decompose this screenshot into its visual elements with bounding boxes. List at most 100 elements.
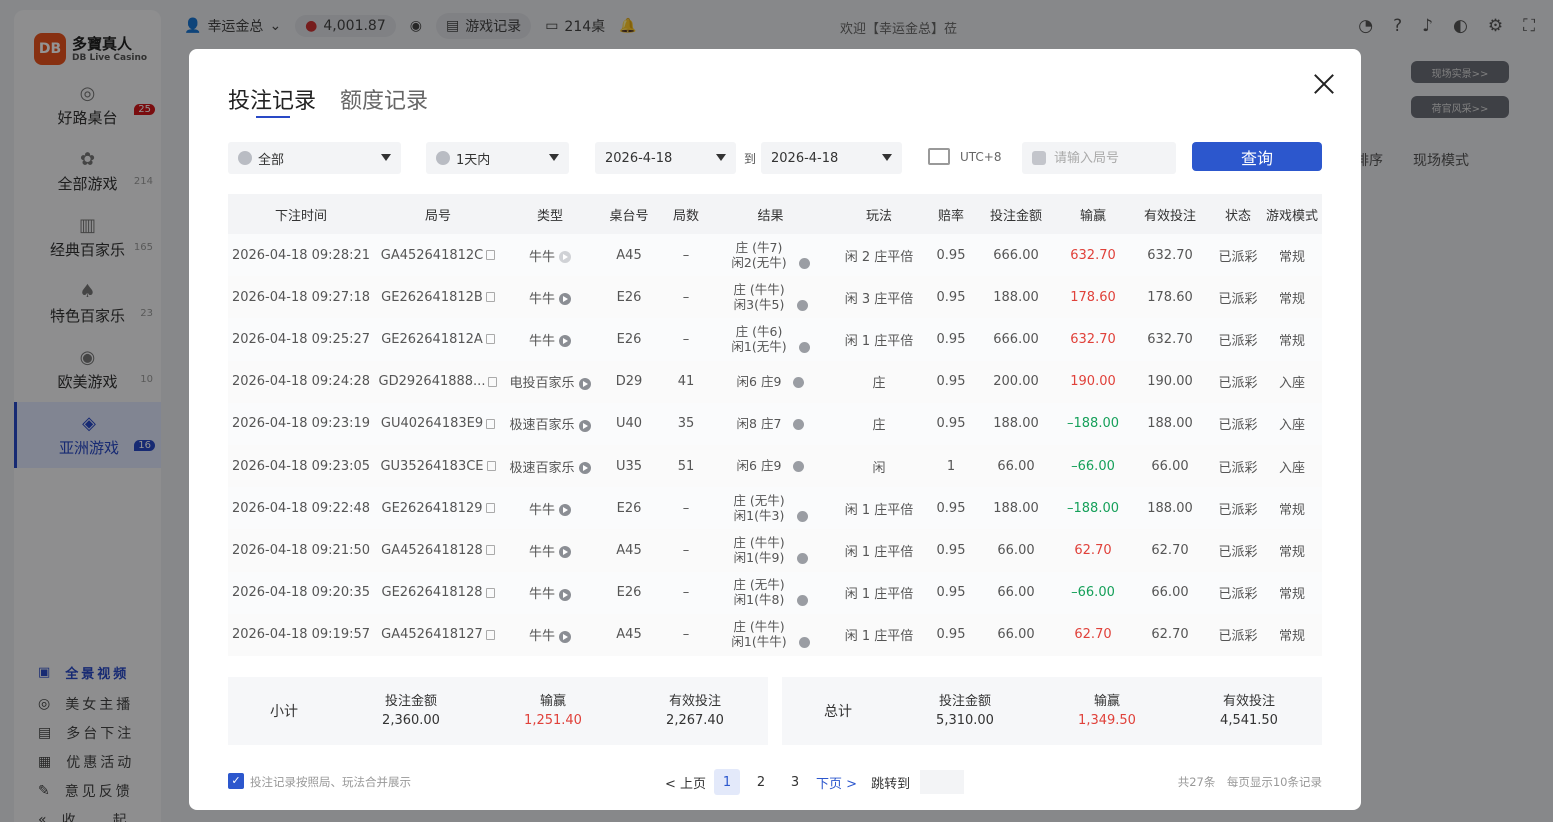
win-loss: 632.70: [1070, 331, 1116, 347]
subtotal-valid-label: 有效投注: [668, 694, 721, 709]
play-type: 闲 2 庄平倍: [844, 249, 914, 265]
table-id: A45: [616, 627, 642, 643]
next-page-button[interactable]: 下页 >: [816, 769, 857, 795]
info-icon[interactable]: [793, 461, 805, 473]
copy-icon[interactable]: [485, 292, 495, 303]
prev-page-button[interactable]: < 上页: [665, 769, 706, 795]
copy-icon[interactable]: [485, 587, 495, 598]
column-header: 类型: [536, 208, 563, 224]
play-video-icon[interactable]: [578, 377, 591, 390]
info-icon[interactable]: [793, 376, 805, 388]
result-line-1: 闲8 庄7: [736, 415, 782, 431]
info-icon[interactable]: [796, 299, 808, 311]
query-button[interactable]: 查询: [1192, 142, 1322, 171]
subtotal-win: 输赢 1,251.40: [482, 692, 624, 730]
copy-icon[interactable]: [485, 503, 495, 514]
odds: 0.95: [936, 289, 966, 305]
copy-icon[interactable]: [486, 461, 496, 472]
bet-amount: 66.00: [997, 627, 1035, 643]
play-video-icon[interactable]: [559, 293, 571, 306]
play-video-icon[interactable]: [578, 419, 591, 432]
page-2-button[interactable]: 2: [748, 769, 774, 795]
info-icon[interactable]: [798, 341, 810, 353]
copy-icon[interactable]: [486, 250, 496, 261]
play-video-icon[interactable]: [559, 504, 571, 517]
status: 已派彩: [1218, 333, 1258, 349]
timezone-indicator[interactable]: UTC+8: [928, 148, 1001, 165]
bet-amount: 188.00: [993, 289, 1039, 305]
result-line-2: 闲1(牛9): [733, 549, 785, 565]
table-row: 2026-04-18 09:22:48 GE2626418129 牛牛 E26 – 庄 (…: [228, 487, 1322, 529]
table-id: E26: [616, 500, 642, 516]
subtotal-win-value: 1,251.40: [524, 713, 582, 728]
info-icon[interactable]: [798, 637, 810, 649]
info-icon[interactable]: [796, 595, 808, 607]
page-1-button[interactable]: 1: [714, 769, 741, 795]
close-icon[interactable]: [1313, 73, 1335, 95]
modal-footer: ✓ 投注记录按照局、玩法合并展示 < 上页 1 2 3 下页 > 跳转到 共27…: [228, 769, 1322, 795]
table-id: A45: [616, 542, 642, 558]
bet-time: 2026-04-18 09:19:57: [231, 627, 371, 643]
copy-icon[interactable]: [485, 629, 495, 640]
info-icon[interactable]: [793, 418, 805, 430]
bet-time: 2026-04-18 09:21:50: [231, 542, 371, 558]
valid-bet: 66.00: [1151, 458, 1189, 474]
round-search-input[interactable]: [1054, 150, 1164, 166]
copy-icon[interactable]: [488, 376, 498, 387]
result-line-1: 庄 (牛牛): [733, 619, 785, 635]
page-3-button[interactable]: 3: [782, 769, 808, 795]
table-row: 2026-04-18 09:21:50 GA4526418128 牛牛 A45 – 庄 (…: [228, 529, 1322, 572]
round-number: 51: [677, 458, 695, 474]
status: 已派彩: [1218, 502, 1258, 518]
game-type: 极速百家乐: [509, 418, 575, 434]
total-panel: 总计 投注金额 5,310.00 输赢 1,349.50 有效投注 4,541.50: [782, 677, 1322, 745]
result-line-1: 闲6 庄9: [736, 458, 782, 474]
merge-checkbox[interactable]: ✓: [228, 773, 244, 789]
play-type: 闲 3 庄平倍: [844, 291, 914, 307]
calendar-icon: [928, 148, 950, 165]
copy-icon[interactable]: [485, 545, 495, 556]
table-id: E26: [616, 585, 642, 601]
jump-to-input[interactable]: [920, 770, 965, 794]
win-loss: –66.00: [1071, 458, 1115, 474]
table-id: U40: [615, 416, 643, 432]
bet-amount: 200.00: [993, 374, 1039, 390]
tab-bet-records[interactable]: 投注记录: [228, 83, 316, 118]
period-select[interactable]: 1天内: [426, 142, 569, 174]
table-row: 2026-04-18 09:23:05 GU35264183CE 极速百家乐 U35 5…: [228, 444, 1322, 488]
tab-credit-records[interactable]: 额度记录: [340, 83, 428, 115]
result-cell: 庄 (牛牛) 闲1(牛9): [712, 535, 829, 566]
date-to-select[interactable]: 2026-4-18: [761, 142, 902, 174]
copy-icon[interactable]: [485, 334, 495, 345]
result-cell: 庄 (无牛) 闲1(牛8): [712, 577, 829, 608]
caret-down-icon: [381, 154, 391, 161]
search-icon: [1032, 151, 1046, 165]
play-video-icon[interactable]: [578, 462, 591, 475]
play-video-icon[interactable]: [559, 335, 571, 348]
play-video-icon[interactable]: [559, 630, 571, 643]
info-icon[interactable]: [796, 510, 808, 522]
game-type: 牛牛: [528, 544, 555, 560]
total-label: 总计: [824, 704, 852, 720]
odds: 0.95: [936, 542, 966, 558]
info-icon[interactable]: [798, 257, 810, 269]
merge-checkbox-label: 投注记录按照局、玩法合并展示: [250, 775, 411, 789]
table-row: 2026-04-18 09:19:57 GA4526418127 牛牛 A45 – 庄 (…: [228, 613, 1322, 656]
play-video-icon[interactable]: [559, 588, 571, 601]
play-video-icon[interactable]: [559, 251, 571, 264]
round-id: GE262641812B: [381, 289, 483, 305]
caret-down-icon: [882, 154, 892, 161]
date-from-select[interactable]: 2026-4-18: [595, 142, 736, 174]
column-header: 局数: [672, 208, 699, 224]
copy-icon[interactable]: [486, 418, 496, 429]
game-type-cell: 电投百家乐: [502, 372, 598, 391]
game-type-select[interactable]: 全部: [228, 142, 401, 174]
caret-down-icon: [549, 154, 559, 161]
total-win: 输赢 1,349.50: [1036, 692, 1178, 730]
round-number: –: [682, 500, 690, 516]
info-icon[interactable]: [796, 552, 808, 564]
game-mode: 入座: [1278, 460, 1305, 476]
play-video-icon[interactable]: [559, 546, 571, 559]
game-type-cell: 牛牛: [502, 583, 598, 602]
odds: 0.95: [936, 627, 966, 643]
